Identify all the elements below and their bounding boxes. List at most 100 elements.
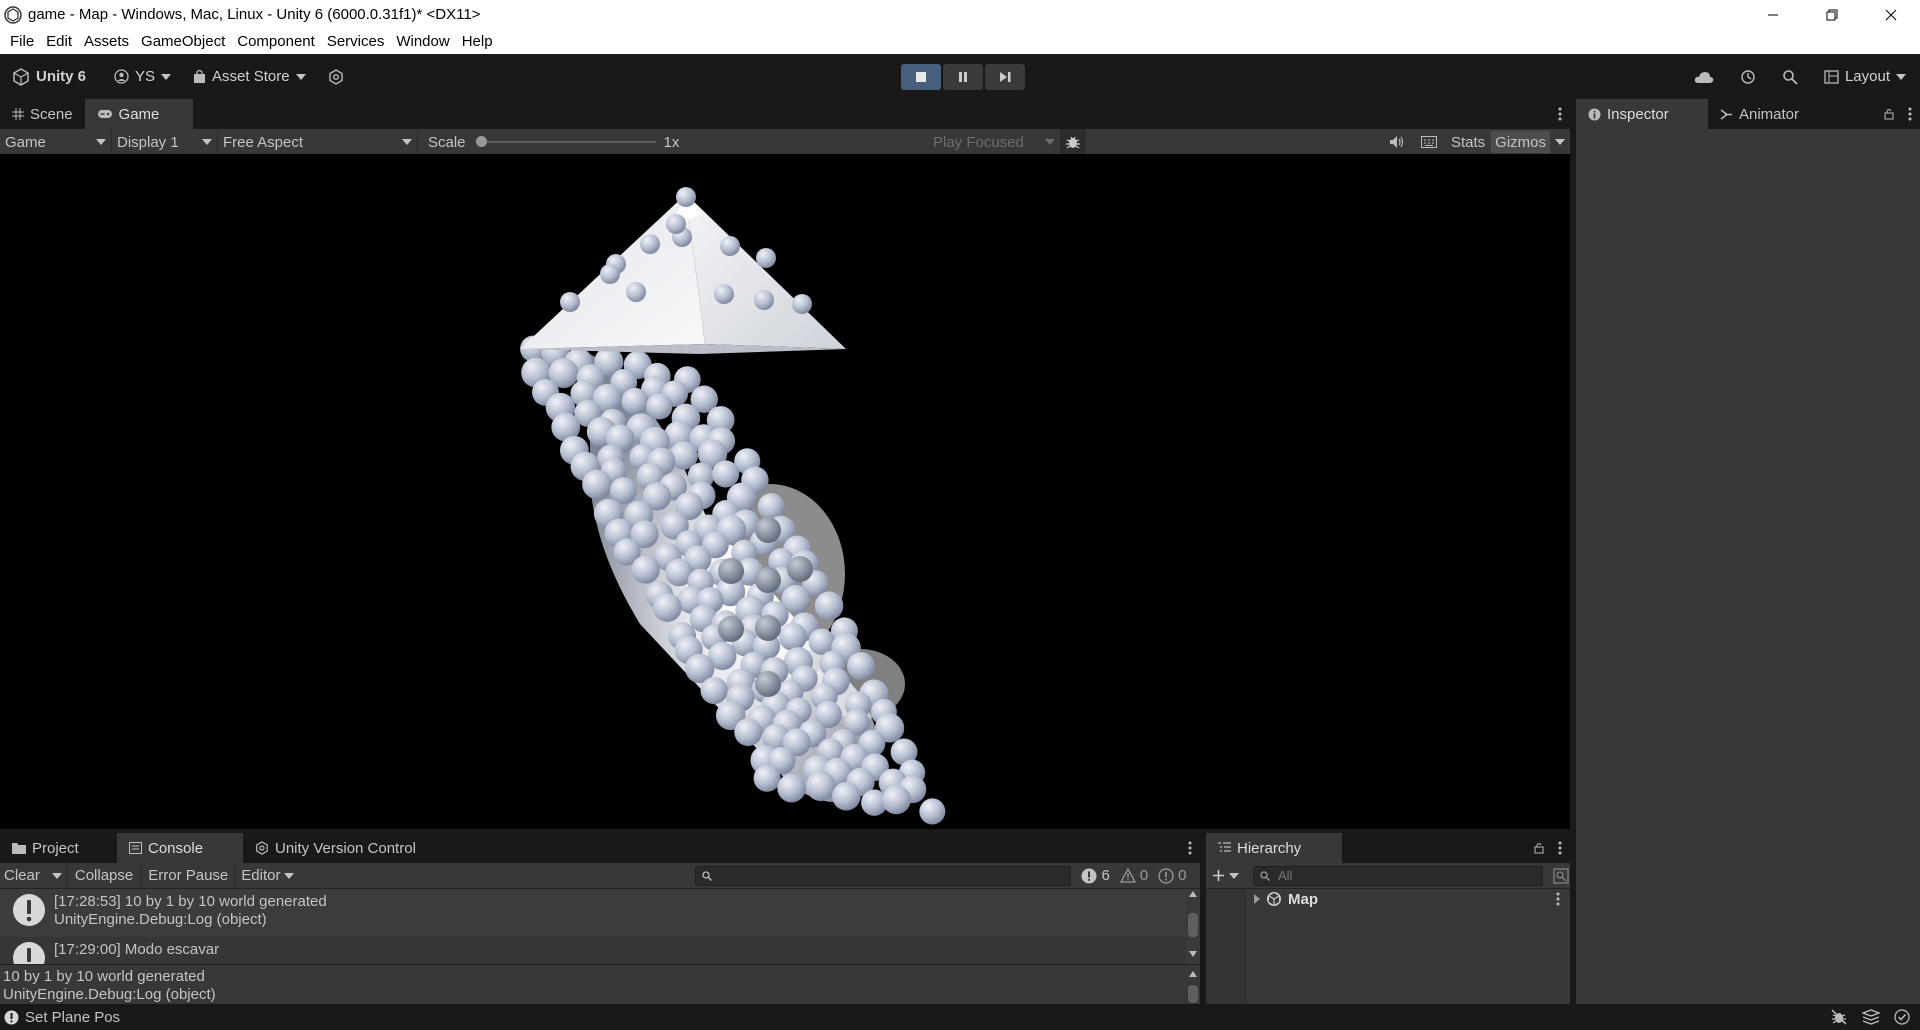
- menu-edit[interactable]: Edit: [40, 33, 78, 50]
- unity-version-label: Unity 6: [36, 68, 87, 85]
- error-filter-toggle[interactable]: 0: [1158, 867, 1187, 884]
- scale-slider[interactable]: [475, 136, 656, 148]
- stop-button[interactable]: [901, 64, 941, 90]
- menu-services[interactable]: Services: [321, 33, 391, 50]
- list-item[interactable]: [17:29:00] Modo escavar: [0, 937, 1200, 964]
- console-search-input[interactable]: [695, 865, 1072, 886]
- panel-menu-icon[interactable]: [1558, 841, 1562, 855]
- menu-assets[interactable]: Assets: [78, 33, 135, 50]
- menu-window[interactable]: Window: [390, 33, 455, 50]
- log-filter-toggle[interactable]: 6: [1081, 867, 1110, 884]
- tab-hierarchy[interactable]: Hierarchy: [1206, 833, 1342, 863]
- cache-server-icon[interactable]: [1862, 1009, 1880, 1025]
- gizmos-dropdown[interactable]: [1550, 131, 1570, 153]
- history-icon[interactable]: [1740, 69, 1756, 85]
- check-circle-icon[interactable]: [1894, 1009, 1910, 1025]
- scroll-up-icon[interactable]: [1189, 891, 1197, 897]
- sphere: [600, 264, 620, 284]
- scene-visibility-icon[interactable]: [1553, 868, 1569, 884]
- tab-project[interactable]: Project: [0, 833, 117, 863]
- scene-game-tabbar: Scene Game: [0, 99, 1570, 129]
- mute-audio-button[interactable]: [1381, 135, 1413, 149]
- tab-hierarchy-label: Hierarchy: [1237, 839, 1302, 857]
- sphere: [720, 236, 740, 256]
- restore-button[interactable]: [1802, 0, 1861, 29]
- warning-filter-toggle[interactable]: 0: [1119, 867, 1148, 884]
- scroll-up-icon[interactable]: [1189, 971, 1197, 977]
- lock-icon[interactable]: [1534, 842, 1544, 854]
- create-dropdown[interactable]: [1206, 869, 1245, 882]
- scroll-down-icon[interactable]: [1189, 951, 1197, 957]
- sphere: [919, 798, 946, 825]
- panel-menu-icon[interactable]: [1908, 107, 1912, 121]
- account-dropdown[interactable]: YS: [114, 68, 172, 85]
- play-focused-dropdown[interactable]: Play Focused: [928, 129, 1060, 155]
- panel-menu-icon[interactable]: [1180, 833, 1200, 863]
- tab-unity-version-control[interactable]: Unity Version Control: [243, 833, 428, 863]
- panel-menu-icon[interactable]: [1550, 99, 1570, 129]
- sphere: [718, 616, 744, 642]
- error-pause-button[interactable]: Error Pause: [142, 862, 236, 889]
- unity-logo-icon: [4, 5, 22, 24]
- tab-inspector-label: Inspector: [1607, 105, 1669, 123]
- sphere: [666, 214, 686, 234]
- info-log-icon: [4, 1010, 19, 1024]
- cloud-icon[interactable]: [1694, 70, 1714, 84]
- minimize-button[interactable]: [1743, 0, 1802, 29]
- stats-button[interactable]: Stats: [1445, 134, 1491, 151]
- console-scrollbar[interactable]: [1186, 889, 1200, 964]
- shortcuts-button[interactable]: [1413, 136, 1445, 148]
- lock-icon[interactable]: [1884, 108, 1894, 120]
- layout-dropdown[interactable]: Layout: [1824, 68, 1906, 85]
- tab-game[interactable]: Game: [84, 99, 193, 129]
- clear-button[interactable]: Clear: [4, 867, 40, 884]
- step-button[interactable]: [985, 64, 1025, 90]
- tab-project-label: Project: [32, 839, 79, 857]
- list-item[interactable]: [17:28:53] 10 by 1 by 10 world generated…: [0, 889, 1200, 937]
- menu-bar: File Edit Assets GameObject Component Se…: [0, 29, 1920, 54]
- sphere: [718, 558, 744, 584]
- menu-gameobject[interactable]: GameObject: [135, 33, 231, 50]
- tab-inspector[interactable]: Inspector: [1576, 99, 1708, 129]
- display-dropdown[interactable]: Display 1: [112, 129, 218, 155]
- console-toolbar: Clear Collapse Error Pause Editor 6 0 0: [0, 862, 1200, 889]
- debug-button[interactable]: [1060, 129, 1086, 155]
- detail-scrollbar[interactable]: [1186, 965, 1200, 1005]
- menu-help[interactable]: Help: [456, 33, 499, 50]
- collapse-button[interactable]: Collapse: [67, 862, 143, 889]
- animator-icon: [1720, 108, 1732, 120]
- close-button[interactable]: [1861, 0, 1920, 29]
- clear-options-dropdown[interactable]: [51, 872, 62, 879]
- status-message[interactable]: Set Plane Pos: [25, 1009, 120, 1026]
- aspect-dropdown[interactable]: Free Aspect: [218, 129, 418, 155]
- tab-scene[interactable]: Scene: [0, 99, 85, 129]
- gizmos-button[interactable]: Gizmos: [1491, 131, 1550, 153]
- tab-animator[interactable]: Animator: [1708, 99, 1811, 129]
- detail-message: 10 by 1 by 10 world generated: [3, 968, 205, 985]
- menu-file[interactable]: File: [4, 33, 40, 50]
- debug-mode-icon[interactable]: [1830, 1009, 1848, 1025]
- sphere: [676, 187, 696, 207]
- editor-dropdown[interactable]: Editor: [235, 867, 300, 884]
- scale-slider-handle[interactable]: [475, 136, 487, 147]
- hierarchy-item-map[interactable]: Map: [1246, 889, 1570, 909]
- info-icon: [1588, 108, 1601, 120]
- sphere: [640, 234, 660, 254]
- asset-store-dropdown[interactable]: Asset Store: [193, 68, 306, 85]
- search-icon[interactable]: [1782, 69, 1798, 85]
- item-menu-icon[interactable]: [1556, 892, 1560, 906]
- sphere: [753, 764, 781, 792]
- unity-home-button[interactable]: Unity 6: [12, 67, 87, 86]
- pause-button[interactable]: [943, 64, 983, 90]
- scroll-thumb[interactable]: [1188, 985, 1198, 1003]
- hierarchy-search-input[interactable]: All: [1253, 865, 1543, 886]
- speaker-icon: [1389, 136, 1404, 148]
- scroll-thumb[interactable]: [1188, 913, 1198, 937]
- tab-console[interactable]: Console: [117, 833, 243, 863]
- inspector-panel: [1576, 129, 1920, 1004]
- game-view-dropdown[interactable]: Game: [0, 129, 112, 155]
- package-button[interactable]: [328, 68, 344, 85]
- expand-arrow-icon[interactable]: [1254, 894, 1260, 904]
- menu-component[interactable]: Component: [231, 33, 321, 50]
- game-viewport[interactable]: [0, 154, 1570, 829]
